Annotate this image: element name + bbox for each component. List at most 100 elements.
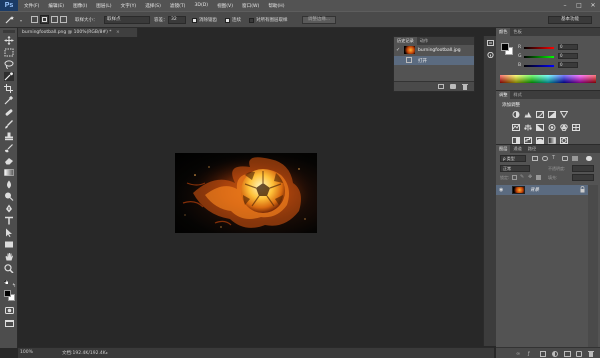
menu-select[interactable]: 选择(S): [145, 3, 161, 9]
tab-actions[interactable]: 动作: [417, 37, 431, 45]
channel-mixer-icon[interactable]: [560, 124, 568, 132]
channel-r-slider[interactable]: [524, 47, 554, 49]
toolbox-grip[interactable]: [3, 30, 15, 33]
exposure-icon[interactable]: [548, 111, 556, 118]
layer-filter-kind-select[interactable]: ρ 类型: [500, 155, 526, 162]
photoshop-logo[interactable]: Ps: [0, 0, 18, 11]
tab-channels[interactable]: 通道: [510, 145, 524, 153]
default-colors-icon[interactable]: [3, 279, 8, 284]
menu-filter[interactable]: 滤镜(T): [170, 3, 186, 9]
minimize-button[interactable]: –: [558, 0, 572, 11]
document-tab[interactable]: burningfootball.png @ 100%(RGB/8#) * ×: [18, 28, 138, 37]
lock-position-icon[interactable]: ✥: [528, 174, 534, 181]
channel-g-value[interactable]: 0: [558, 53, 578, 59]
subtract-selection-icon[interactable]: [51, 16, 58, 23]
filter-type-icon[interactable]: T: [552, 155, 558, 162]
layer-name[interactable]: 背景: [530, 187, 539, 193]
add-mask-icon[interactable]: [540, 351, 546, 357]
status-menu-arrow-icon[interactable]: ▸: [106, 350, 108, 355]
zoom-tool-icon[interactable]: [4, 264, 14, 274]
magic-wand-tool-icon[interactable]: [4, 72, 14, 81]
blur-tool-icon[interactable]: [4, 180, 14, 189]
menu-file[interactable]: 文件(F): [24, 3, 39, 9]
maximize-button[interactable]: □: [572, 0, 586, 11]
hue-saturation-icon[interactable]: [512, 124, 520, 131]
eraser-tool-icon[interactable]: [4, 156, 14, 165]
posterize-icon[interactable]: [524, 137, 532, 144]
color-lookup-icon[interactable]: [572, 124, 580, 131]
menu-3d[interactable]: 3D(D): [194, 3, 208, 9]
snapshot-name[interactable]: burningfootball.jpg: [418, 48, 461, 53]
channel-g-slider[interactable]: [524, 56, 554, 58]
lock-image-icon[interactable]: ✎: [520, 174, 526, 181]
filter-shape-icon[interactable]: [562, 156, 568, 161]
filter-pixel-icon[interactable]: [532, 156, 538, 161]
gradient-tool-icon[interactable]: [4, 168, 14, 177]
tab-color[interactable]: 颜色: [496, 28, 511, 36]
delete-state-icon[interactable]: [462, 83, 468, 90]
layer-style-icon[interactable]: ƒ: [528, 351, 530, 357]
add-selection-icon[interactable]: [40, 15, 49, 24]
fill-input[interactable]: [572, 174, 594, 181]
lock-transparent-icon[interactable]: [512, 175, 517, 180]
menu-help[interactable]: 帮助(H): [268, 3, 284, 9]
black-white-icon[interactable]: [536, 124, 544, 131]
close-window-button[interactable]: ✕: [586, 0, 600, 11]
filter-toggle-icon[interactable]: [586, 156, 592, 161]
sample-all-checkbox[interactable]: [249, 18, 254, 23]
menu-edit[interactable]: 编辑(E): [48, 3, 64, 9]
tab-history[interactable]: 历史记录: [394, 37, 417, 45]
menu-view[interactable]: 视图(V): [217, 3, 233, 9]
lasso-tool-icon[interactable]: [4, 60, 14, 69]
preset-dropdown-icon[interactable]: ▾: [20, 18, 22, 23]
opacity-input[interactable]: [572, 165, 594, 172]
tolerance-input[interactable]: 32: [168, 16, 186, 24]
new-adjustment-layer-icon[interactable]: [552, 351, 558, 357]
marquee-tool-icon[interactable]: [4, 48, 14, 57]
new-group-icon[interactable]: [564, 351, 571, 357]
new-layer-icon[interactable]: [576, 351, 582, 357]
tab-paths[interactable]: 路径: [525, 145, 539, 153]
swap-colors-icon[interactable]: ↰: [12, 284, 17, 289]
magic-wand-preset-icon[interactable]: [4, 15, 16, 25]
layer-row-background[interactable]: ◉ 背景: [496, 185, 588, 195]
contiguous-checkbox[interactable]: [225, 18, 230, 23]
intersect-selection-icon[interactable]: [60, 16, 67, 23]
brightness-contrast-icon[interactable]: [512, 111, 520, 118]
dodge-tool-icon[interactable]: [4, 192, 14, 201]
clone-stamp-tool-icon[interactable]: [4, 132, 14, 141]
canvas-image-burning-football[interactable]: [175, 153, 317, 233]
tab-swatches[interactable]: 色板: [510, 28, 524, 36]
history-dock-icon[interactable]: [487, 40, 494, 46]
channel-b-value[interactable]: 0: [558, 62, 578, 68]
photo-filter-icon[interactable]: [548, 124, 556, 131]
sample-size-select[interactable]: 取样点: [104, 16, 150, 24]
brush-tool-icon[interactable]: [4, 120, 14, 129]
curves-icon[interactable]: [536, 111, 544, 118]
rectangle-tool-icon[interactable]: [4, 240, 14, 249]
history-state-row[interactable]: 打开: [394, 56, 474, 65]
move-tool-icon[interactable]: [4, 36, 14, 45]
filter-adjustment-icon[interactable]: [542, 156, 548, 161]
menu-window[interactable]: 窗口(W): [242, 3, 259, 9]
healing-brush-tool-icon[interactable]: [4, 108, 14, 117]
screen-mode-icon[interactable]: [5, 320, 14, 327]
tab-adjustments[interactable]: 调整: [496, 91, 511, 99]
channel-b-slider[interactable]: [524, 65, 554, 67]
quick-mask-icon[interactable]: [5, 307, 14, 314]
new-selection-icon[interactable]: [31, 16, 38, 23]
levels-icon[interactable]: [524, 111, 532, 118]
gradient-map-icon[interactable]: [548, 137, 556, 144]
menu-layer[interactable]: 图层(L): [96, 3, 111, 9]
color-spectrum-ramp[interactable]: [500, 75, 596, 83]
antialias-checkbox[interactable]: [192, 18, 197, 23]
path-selection-tool-icon[interactable]: [4, 228, 14, 237]
tab-layers[interactable]: 图层: [496, 145, 511, 153]
tab-styles[interactable]: 样式: [510, 91, 524, 99]
layer-visibility-eye-icon[interactable]: ◉: [499, 187, 505, 193]
threshold-icon[interactable]: [536, 137, 544, 144]
color-balance-icon[interactable]: [524, 124, 532, 131]
crop-tool-icon[interactable]: [4, 84, 14, 93]
menu-image[interactable]: 图像(I): [73, 3, 87, 9]
type-tool-icon[interactable]: [4, 216, 14, 225]
